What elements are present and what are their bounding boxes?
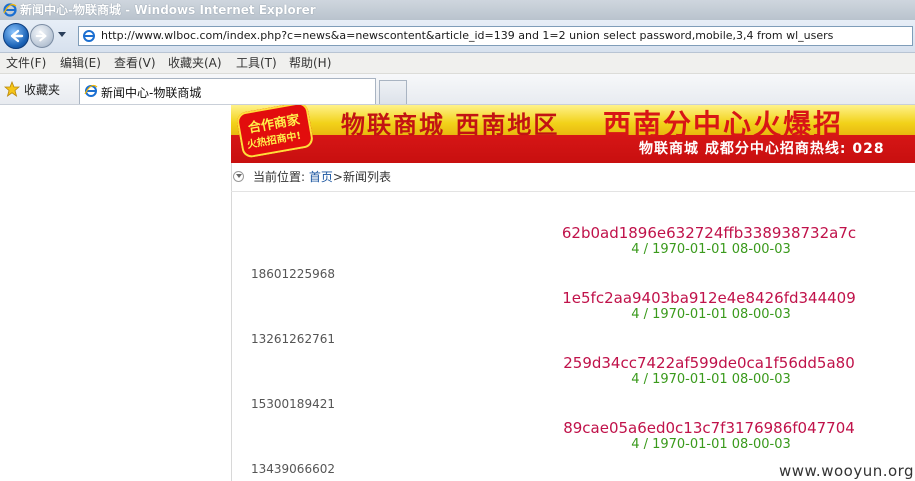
list-item-meta: 4 / 1970-01-01 08-00-03 bbox=[631, 242, 791, 257]
browser-tab[interactable]: 新闻中心-物联商城 bbox=[79, 78, 376, 104]
menu-bar: 文件(F) 编辑(E) 查看(V) 收藏夹(A) 工具(T) 帮助(H) bbox=[0, 53, 915, 74]
banner-hotline: 物联商城 成都分中心招商热线: 028 bbox=[639, 141, 885, 157]
favorites-button[interactable]: 收藏夹 bbox=[24, 81, 60, 98]
list-item-summary: 15300189421 bbox=[251, 397, 335, 411]
list-item-meta: 4 / 1970-01-01 08-00-03 bbox=[631, 437, 791, 452]
breadcrumb-home-link[interactable]: 首页 bbox=[309, 170, 333, 184]
breadcrumb-current: >新闻列表 bbox=[332, 170, 391, 184]
address-bar[interactable]: http://www.wlboc.com/index.php?c=news&a=… bbox=[78, 26, 913, 46]
window-titlebar[interactable]: 新闻中心-物联商城 - Windows Internet Explorer bbox=[0, 0, 915, 20]
list-item-title[interactable]: 62b0ad1896e632724ffb338938732a7c bbox=[559, 224, 859, 242]
menu-tools[interactable]: 工具(T) bbox=[236, 53, 277, 73]
watermark-text: www.wooyun.org bbox=[779, 462, 915, 480]
list-item-title[interactable]: 89cae05a6ed0c13c7f3176986f047704 bbox=[559, 419, 859, 437]
forward-arrow-icon bbox=[35, 30, 47, 42]
menu-edit[interactable]: 编辑(E) bbox=[60, 53, 101, 73]
left-blank-panel bbox=[0, 105, 232, 481]
breadcrumb: 当前位置: 首页>新闻列表 bbox=[231, 163, 915, 192]
navigation-bar: http://www.wlboc.com/index.php?c=news&a=… bbox=[0, 20, 915, 53]
new-tab-button[interactable] bbox=[379, 80, 407, 104]
list-item-meta: 4 / 1970-01-01 08-00-03 bbox=[631, 307, 791, 322]
banner-badge: 合作商家 火热招商中! bbox=[235, 105, 315, 159]
breadcrumb-text: 当前位置: 首页>新闻列表 bbox=[253, 163, 391, 191]
promo-banner[interactable]: 合作商家 火热招商中! 物联商城 西南地区 西南分中心火爆招 物联商城 成都分中… bbox=[231, 105, 915, 163]
list-item-summary: 13439066602 bbox=[251, 462, 335, 476]
list-item-summary: 18601225968 bbox=[251, 267, 335, 281]
menu-view[interactable]: 查看(V) bbox=[114, 53, 156, 73]
page-favicon-icon bbox=[83, 30, 95, 42]
favorites-bar: 收藏夹 新闻中心-物联商城 bbox=[0, 74, 915, 105]
breadcrumb-dropdown-icon[interactable] bbox=[233, 171, 244, 182]
ie-logo-icon bbox=[3, 3, 17, 17]
menu-file[interactable]: 文件(F) bbox=[6, 53, 46, 73]
back-arrow-icon bbox=[10, 29, 24, 43]
breadcrumb-prefix: 当前位置: bbox=[253, 170, 306, 184]
list-item-title[interactable]: 1e5fc2aa9403ba912e4e8426fd344409 bbox=[559, 289, 859, 307]
menu-help[interactable]: 帮助(H) bbox=[289, 53, 331, 73]
list-item-meta: 4 / 1970-01-01 08-00-03 bbox=[631, 372, 791, 387]
tab-favicon-icon bbox=[84, 84, 98, 97]
address-url[interactable]: http://www.wlboc.com/index.php?c=news&a=… bbox=[101, 27, 833, 45]
list-item-title[interactable]: 259d34cc7422af599de0ca1f56dd5a80 bbox=[559, 354, 859, 372]
forward-button[interactable] bbox=[30, 24, 54, 48]
tab-title: 新闻中心-物联商城 bbox=[101, 86, 202, 100]
history-dropdown-icon[interactable] bbox=[58, 32, 66, 37]
page-content: 合作商家 火热招商中! 物联商城 西南地区 西南分中心火爆招 物联商城 成都分中… bbox=[0, 105, 915, 481]
menu-favorites[interactable]: 收藏夹(A) bbox=[168, 53, 222, 73]
list-item-summary: 13261262761 bbox=[251, 332, 335, 346]
window-title: 新闻中心-物联商城 - Windows Internet Explorer bbox=[20, 3, 316, 17]
favorites-star-icon[interactable] bbox=[4, 81, 20, 97]
back-button[interactable] bbox=[3, 23, 29, 49]
banner-headline-part1: 物联商城 西南地区 bbox=[341, 111, 560, 139]
